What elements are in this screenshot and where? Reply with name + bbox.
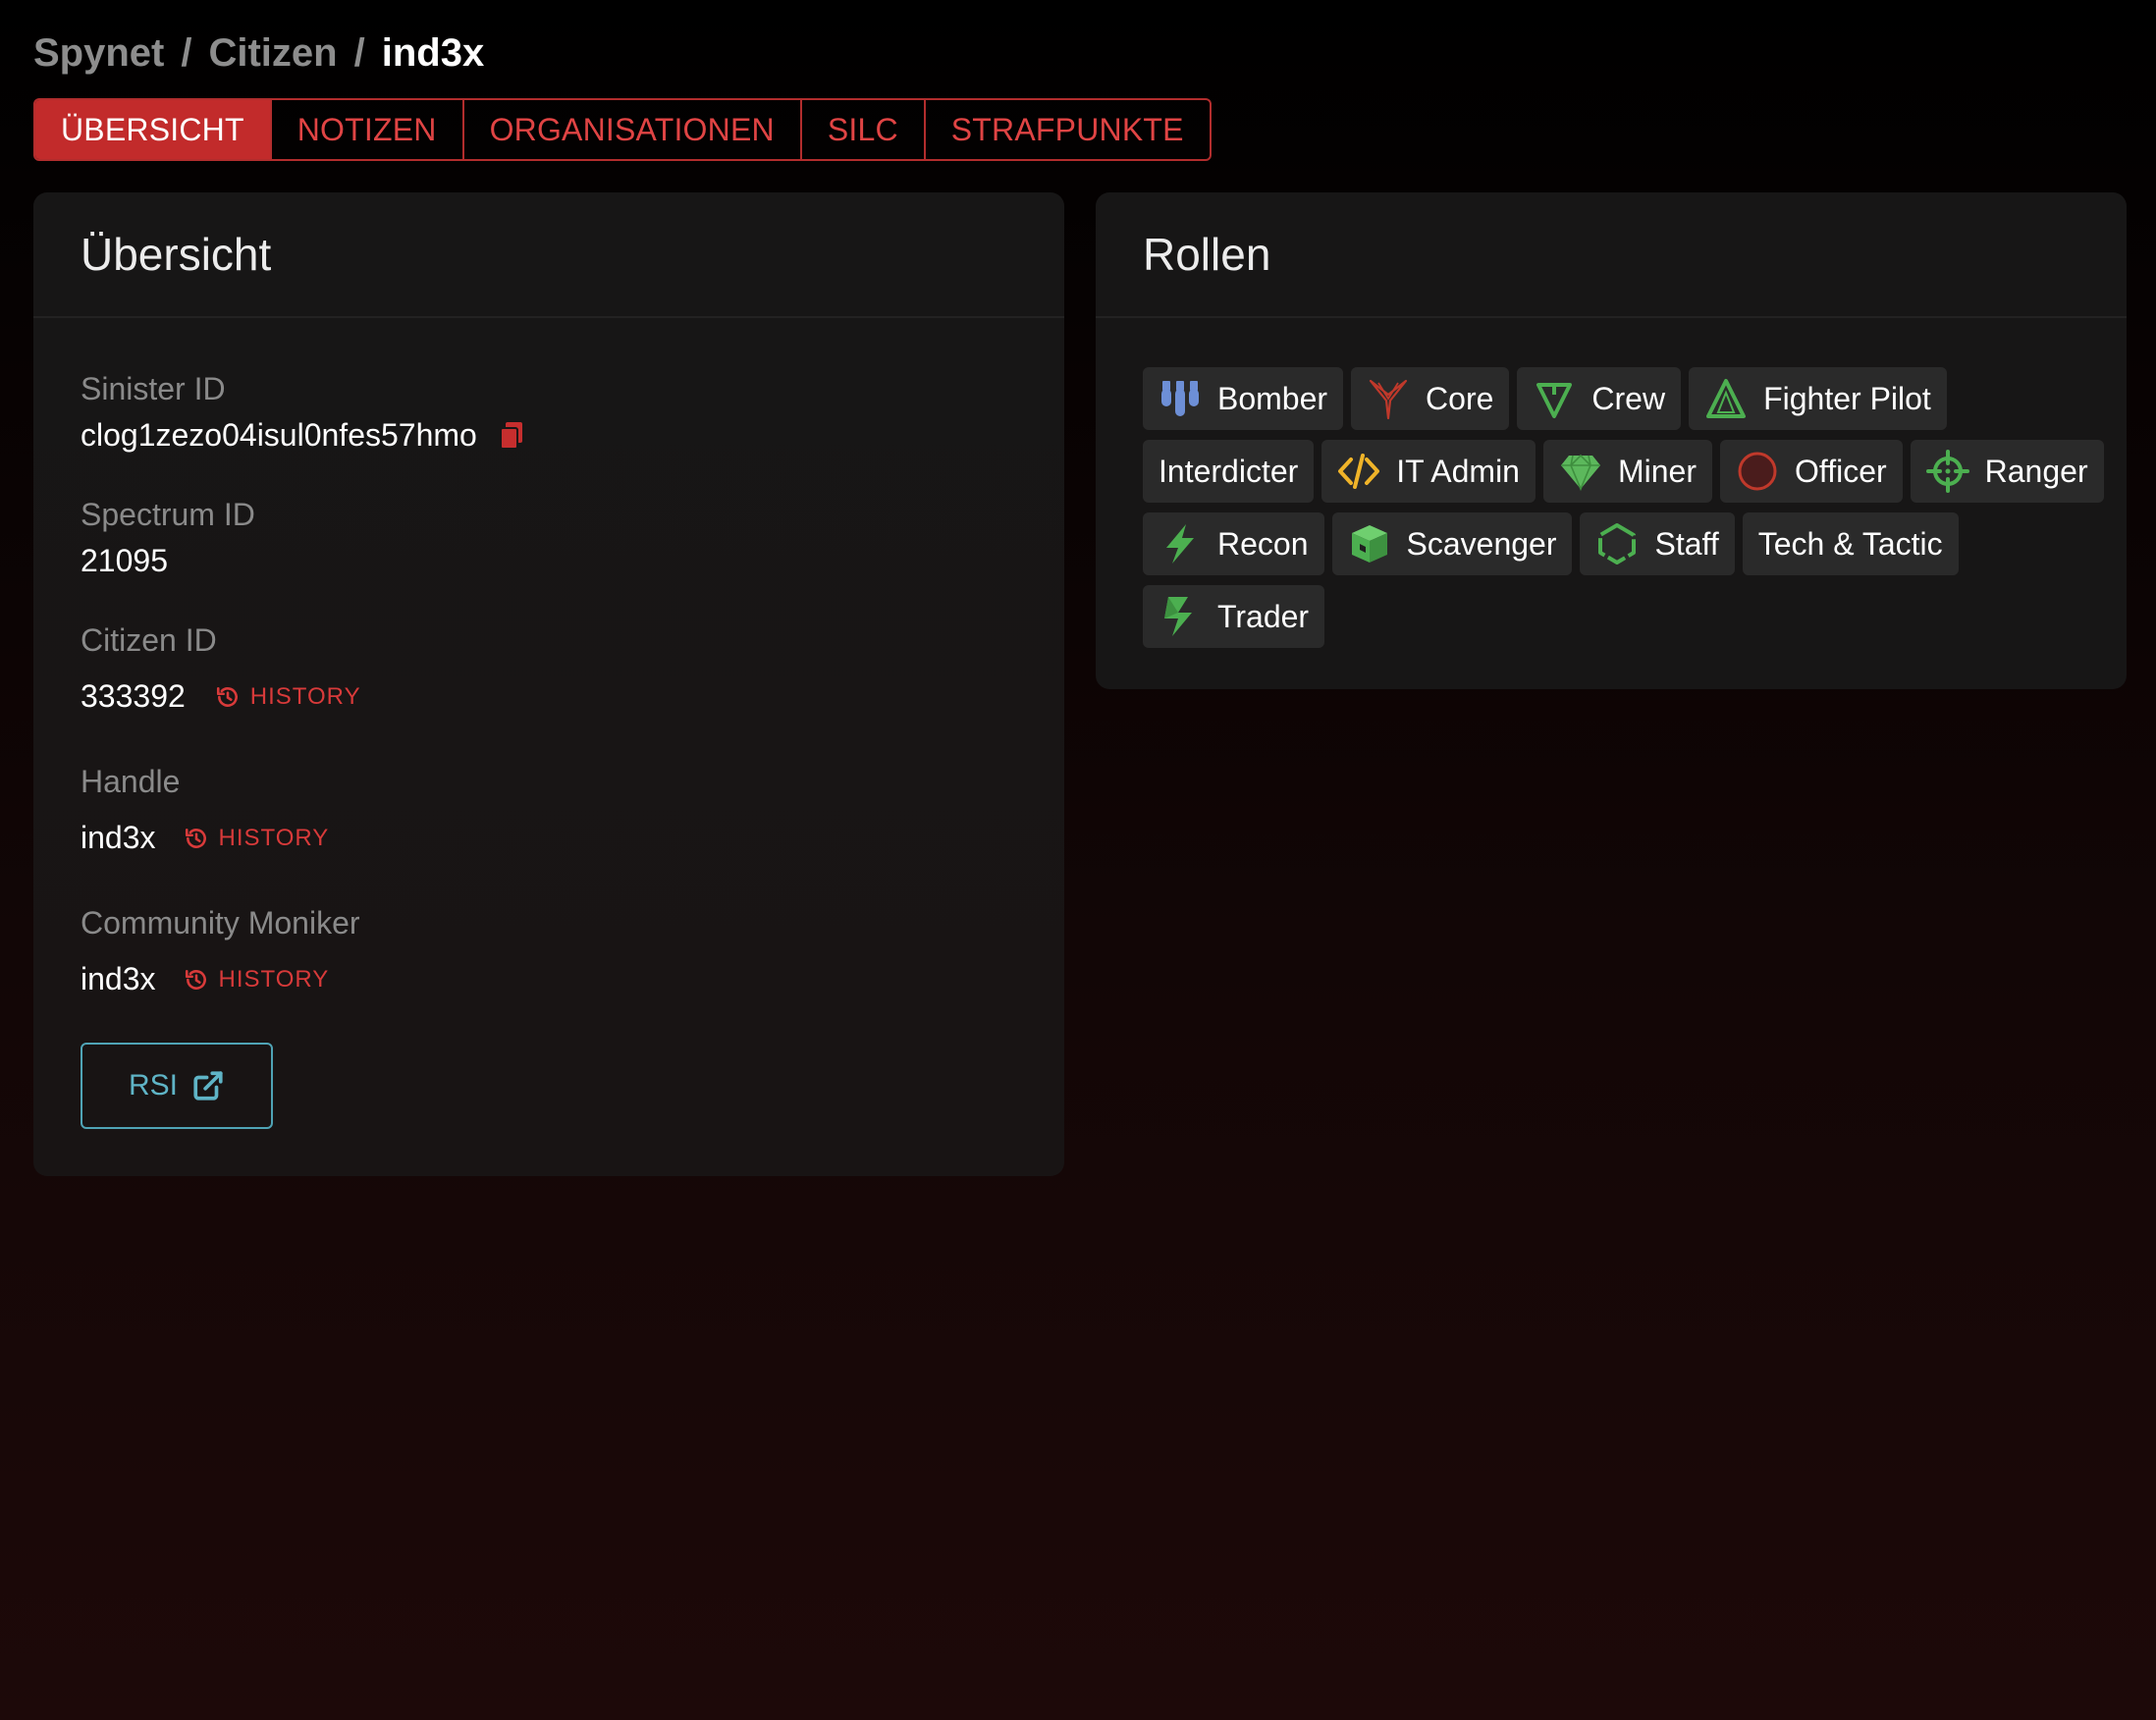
history-icon [216, 686, 238, 707]
role-label: Miner [1617, 453, 1697, 489]
role-miner: Miner [1542, 440, 1712, 503]
role-label: IT Admin [1396, 453, 1520, 489]
moniker-value: ind3x [81, 961, 156, 996]
moniker-field: Community Moniker ind3x HISTORY [81, 905, 360, 997]
handle-history-label: HISTORY [218, 824, 330, 851]
breadcrumb-citizen[interactable]: Citizen [208, 31, 337, 76]
role-label: Core [1426, 380, 1494, 416]
role-recon: Recon [1143, 512, 1324, 575]
bolt-icon [1166, 524, 1194, 564]
role-label: Interdicter [1159, 453, 1299, 489]
gem-icon [1560, 454, 1600, 492]
code-icon [1338, 454, 1380, 489]
rsi-button-label: RSI [128, 1069, 178, 1102]
breadcrumb-spynet[interactable]: Spynet [33, 31, 164, 76]
role-label: Recon [1217, 525, 1309, 562]
history-icon [185, 828, 206, 848]
role-interdicter: Interdicter [1143, 440, 1315, 503]
breadcrumb: Spynet / Citizen / ind3x [33, 31, 484, 76]
role-label: Officer [1794, 453, 1887, 489]
breadcrumb-current: ind3x [381, 31, 485, 75]
tab-strafpunkte[interactable]: STRAFPUNKTE [926, 100, 1210, 159]
role-label: Trader [1217, 598, 1310, 634]
role-bomber: Bomber [1143, 367, 1344, 430]
core-icon [1369, 379, 1408, 420]
roles-list: Bomber Core Crew Fighter Pilot Interdict… [1143, 367, 2105, 648]
history-icon [185, 969, 206, 990]
crosshair-icon [1925, 450, 1969, 493]
sinister-id-field: Sinister ID clog1zezo04isul0nfes57hmo [81, 371, 524, 454]
fighter-icon [1706, 379, 1747, 418]
tab-bar: ÜBERSICHT NOTIZEN ORGANISATIONEN SILC ST… [33, 98, 1212, 161]
citizen-id-history-button[interactable]: HISTORY [215, 683, 361, 711]
role-crew: Crew [1517, 367, 1682, 430]
trader-icon [1164, 597, 1192, 636]
role-scavenger: Scavenger [1331, 512, 1573, 575]
bomb-icon [1161, 381, 1199, 416]
citizen-id-label: Citizen ID [81, 622, 217, 658]
citizen-id-value: 333392 [81, 678, 186, 714]
role-label: Staff [1654, 525, 1719, 562]
role-label: Tech & Tactic [1757, 525, 1943, 562]
roles-title: Rollen [1096, 192, 2127, 318]
role-staff: Staff [1580, 512, 1735, 575]
handle-field: Handle ind3x HISTORY [81, 764, 329, 856]
hexagon-icon [1598, 523, 1637, 564]
role-officer: Officer [1719, 440, 1903, 503]
circle-icon [1738, 452, 1777, 491]
role-label: Crew [1591, 380, 1666, 416]
role-it-admin: IT Admin [1321, 440, 1536, 503]
sinister-id-value: clog1zezo04isul0nfes57hmo [81, 417, 477, 453]
breadcrumb-separator: / [353, 31, 365, 75]
rsi-button[interactable]: RSI [81, 1043, 273, 1129]
role-fighter-pilot: Fighter Pilot [1689, 367, 1947, 430]
box-icon [1351, 525, 1387, 563]
handle-label: Handle [81, 764, 181, 799]
role-ranger: Ranger [1910, 440, 2104, 503]
overview-title: Übersicht [33, 192, 1064, 318]
role-label: Bomber [1217, 380, 1328, 416]
handle-value: ind3x [81, 820, 156, 855]
role-label: Scavenger [1406, 525, 1557, 562]
sinister-id-label: Sinister ID [81, 371, 226, 406]
spectrum-id-field: Spectrum ID 21095 [81, 497, 255, 579]
tab-notizen[interactable]: NOTIZEN [272, 100, 464, 159]
moniker-history-button[interactable]: HISTORY [184, 966, 330, 994]
moniker-label: Community Moniker [81, 905, 360, 941]
role-label: Ranger [1984, 453, 2088, 489]
tab-organisationen[interactable]: ORGANISATIONEN [464, 100, 802, 159]
overview-card: Übersicht Sinister ID clog1zezo04isul0nf… [33, 192, 1064, 1176]
page: Spynet / Citizen / ind3x ÜBERSICHT NOTIZ… [0, 0, 2156, 1720]
roles-card: Rollen Bomber Core Crew Fighter Pilot In… [1096, 192, 2127, 689]
role-label: Fighter Pilot [1763, 380, 1931, 416]
spectrum-id-value: 21095 [81, 543, 168, 578]
citizen-id-field: Citizen ID 333392 HISTORY [81, 622, 361, 715]
role-core: Core [1351, 367, 1510, 430]
tab-silc[interactable]: SILC [802, 100, 926, 159]
role-tech-tactic: Tech & Tactic [1742, 512, 1959, 575]
crew-icon [1536, 383, 1573, 418]
external-link-icon [193, 1071, 223, 1101]
spectrum-id-label: Spectrum ID [81, 497, 255, 532]
handle-history-button[interactable]: HISTORY [184, 825, 330, 852]
tab-uebersicht[interactable]: ÜBERSICHT [35, 100, 272, 159]
copy-icon[interactable] [499, 421, 524, 451]
citizen-id-history-label: HISTORY [249, 682, 361, 710]
moniker-history-label: HISTORY [218, 965, 330, 993]
role-trader: Trader [1143, 585, 1325, 648]
breadcrumb-separator: / [181, 31, 192, 75]
